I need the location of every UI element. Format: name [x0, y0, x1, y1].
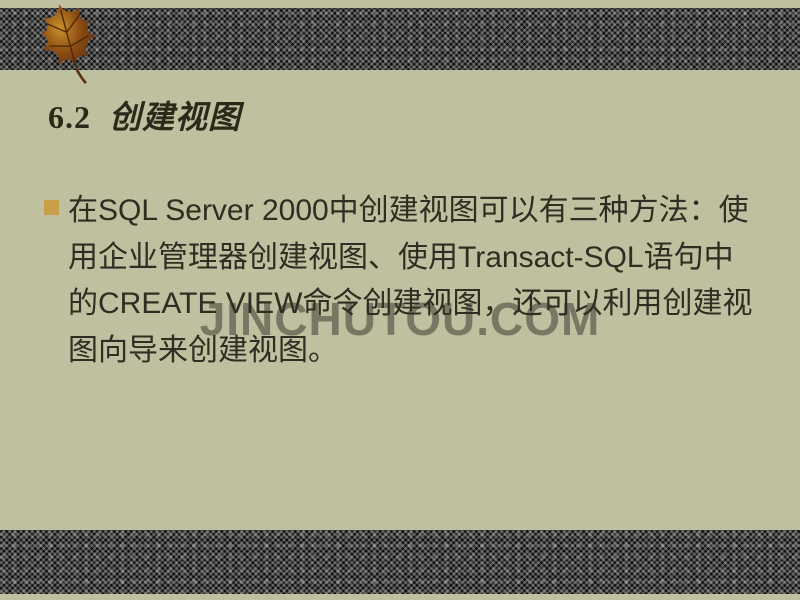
slide-heading: 6.2 创建视图: [48, 92, 760, 138]
body-paragraph: 在SQL Server 2000中创建视图可以有三种方法：使用企业管理器创建视图…: [68, 188, 760, 374]
square-bullet-icon: [44, 200, 59, 215]
decorative-bottom-band: [0, 530, 800, 594]
decorative-top-band: [0, 8, 800, 70]
maple-leaf-icon: [24, 0, 114, 86]
heading-number: 6.2: [48, 99, 91, 135]
slide-content: 6.2 创建视图 在SQL Server 2000中创建视图可以有三种方法：使用…: [48, 92, 760, 374]
slide-body: 在SQL Server 2000中创建视图可以有三种方法：使用企业管理器创建视图…: [48, 188, 760, 374]
heading-title: 创建视图: [109, 99, 241, 135]
